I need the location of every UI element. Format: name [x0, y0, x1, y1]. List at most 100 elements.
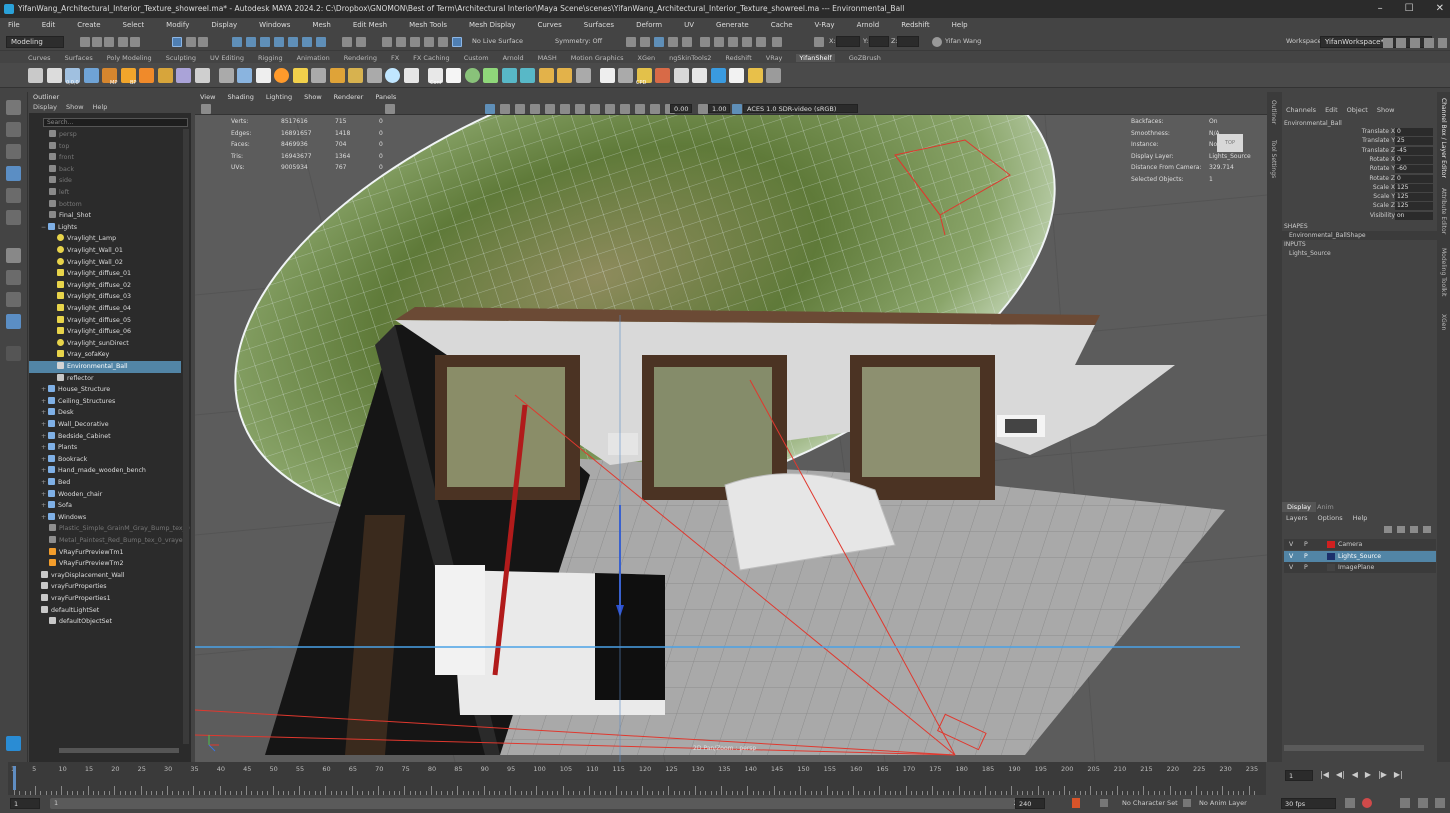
menu-select[interactable]: Select: [123, 21, 145, 29]
fps-dropdown[interactable]: 30 fps: [1281, 798, 1336, 809]
layer-row-camera[interactable]: V P Camera: [1284, 539, 1436, 550]
outliner-item-sofa[interactable]: + Sofa: [29, 500, 181, 512]
menu-help[interactable]: Help: [952, 21, 968, 29]
channel-scale-y[interactable]: Scale Y 125: [1282, 193, 1437, 202]
menu-mesh[interactable]: Mesh: [312, 21, 330, 29]
loop-icon[interactable]: [1345, 798, 1355, 808]
shelf-delete-history-icon[interactable]: [194, 68, 210, 83]
maximize-button[interactable]: ☐: [1405, 0, 1414, 18]
layer-row-imageplane[interactable]: V P ImagePlane: [1284, 562, 1436, 573]
shelf-tab-fx-caching[interactable]: FX Caching: [413, 54, 450, 62]
outliner-item-vraydisplacement-wall[interactable]: vrayDisplacement_Wall: [29, 570, 181, 582]
outliner-item-defaultobjectset[interactable]: defaultObjectSet: [29, 616, 181, 628]
character-set-dropdown[interactable]: No Character Set: [1122, 799, 1178, 807]
expand-toggle-icon[interactable]: +: [41, 384, 48, 396]
vray-render-icon[interactable]: [742, 37, 752, 47]
shelf-photo-icon[interactable]: [599, 68, 615, 83]
select-tool-icon[interactable]: [6, 100, 21, 115]
ipr-pause-icon[interactable]: [728, 37, 738, 47]
outliner-item-vrayfurproperties[interactable]: vrayFurProperties: [29, 581, 181, 593]
expand-toggle-icon[interactable]: +: [41, 419, 48, 431]
four-view-layout-icon[interactable]: [6, 270, 21, 285]
shelf-tab-motion-graphics[interactable]: Motion Graphics: [571, 54, 624, 62]
transform-input-icon[interactable]: [814, 37, 824, 47]
channel-menu-object[interactable]: Object: [1347, 106, 1368, 114]
outliner-item-vraylight-wall-01[interactable]: Vraylight_Wall_01: [29, 245, 181, 257]
menu-cache[interactable]: Cache: [771, 21, 793, 29]
exposure-field[interactable]: 0.00: [670, 104, 692, 113]
select-by-object-icon[interactable]: [186, 37, 196, 47]
move-tool-icon[interactable]: [6, 166, 21, 181]
mask-curve-icon[interactable]: [260, 37, 270, 47]
shelf-vray-sphere-icon[interactable]: [464, 68, 480, 83]
shelf-render-icon[interactable]: [483, 68, 498, 83]
shelf-tab-animation[interactable]: Animation: [297, 54, 330, 62]
gamma-icon[interactable]: [698, 104, 708, 114]
viewport-menu-show[interactable]: Show: [304, 92, 322, 103]
outliner-item-environmental-ball[interactable]: Environmental_Ball: [29, 361, 181, 373]
tool-settings-side-tab[interactable]: Tool Settings: [1270, 140, 1277, 178]
shelf-separate-icon[interactable]: [366, 68, 382, 83]
menu-uv[interactable]: UV: [684, 21, 694, 29]
snap-surface-icon[interactable]: [452, 37, 462, 47]
ipr-render-icon[interactable]: [654, 37, 664, 47]
user-account-dropdown[interactable]: Yifan Wang: [945, 36, 981, 47]
render-settings-icon[interactable]: [668, 37, 678, 47]
end-time-field[interactable]: 240: [1015, 798, 1045, 809]
shelf-vray-toolbox-icon[interactable]: [747, 68, 763, 83]
tool-settings-toggle-icon[interactable]: [1410, 38, 1420, 48]
wireframe-on-shaded-icon[interactable]: [485, 104, 495, 114]
snap-point-icon[interactable]: [410, 37, 420, 47]
start-time-field[interactable]: 1: [10, 798, 40, 809]
layer-menu-options[interactable]: Options: [1318, 514, 1343, 522]
menu-v-ray[interactable]: V-Ray: [815, 21, 835, 29]
menu-windows[interactable]: Windows: [259, 21, 290, 29]
shelf-reset-xform-icon[interactable]: [139, 68, 154, 83]
xray-icon[interactable]: [575, 104, 585, 114]
outliner-item-top[interactable]: top: [29, 141, 181, 153]
channel-menu-show[interactable]: Show: [1377, 106, 1395, 114]
channel-translate-x[interactable]: Translate X0: [1282, 128, 1437, 137]
y-field[interactable]: [869, 36, 889, 47]
attribute-editor-side-tab[interactable]: Attribute Editor: [1440, 188, 1447, 234]
outliner-item-plastic-simple-grainm-gray-bump-tex-0[interactable]: Plastic_Simple_GrainM_Gray_Bump_tex_0: [29, 523, 190, 535]
mask-deform-icon[interactable]: [288, 37, 298, 47]
attribute-editor-toggle-icon[interactable]: [1396, 38, 1406, 48]
menu-create[interactable]: Create: [77, 21, 100, 29]
channel-value-field[interactable]: 0: [1395, 174, 1433, 183]
gamma-field[interactable]: 1.00: [708, 104, 730, 113]
outliner-item-bottom[interactable]: bottom: [29, 199, 181, 211]
channel-value-field[interactable]: 25: [1395, 137, 1433, 146]
layer-row-lights-source[interactable]: V P Lights_Source: [1284, 550, 1436, 562]
shape-node-item[interactable]: Environmental_BallShape: [1282, 231, 1437, 240]
outliner-item-wooden-chair[interactable]: + Wooden_chair: [29, 489, 181, 501]
layer-color-swatch[interactable]: [1327, 552, 1335, 560]
lights-icon[interactable]: [515, 104, 525, 114]
shelf-tab-mash[interactable]: MASH: [538, 54, 557, 62]
tab-anim-layers[interactable]: Anim: [1312, 502, 1339, 512]
shelf-tab-arnold[interactable]: Arnold: [503, 54, 524, 62]
shelf-lattice-icon[interactable]: [311, 68, 326, 83]
shelf-bevel-icon[interactable]: [329, 68, 345, 83]
menu-modify[interactable]: Modify: [166, 21, 189, 29]
expand-toggle-icon[interactable]: +: [41, 442, 48, 454]
close-button[interactable]: ✕: [1436, 0, 1444, 18]
outliner-item-vraylight-diffuse-03[interactable]: Vraylight_diffuse_03: [29, 291, 181, 303]
shelf-center-pivot-icon[interactable]: [157, 68, 173, 83]
shelf-tab-fx[interactable]: FX: [391, 54, 399, 62]
visibility-toggle[interactable]: V: [1289, 562, 1293, 573]
select-camera-icon[interactable]: [201, 104, 211, 114]
snap-view-plane-icon[interactable]: [424, 37, 434, 47]
menu-display[interactable]: Display: [211, 21, 237, 29]
outliner-item-ceiling-structures[interactable]: + Ceiling_Structures: [29, 396, 181, 408]
playback-speed-icon[interactable]: [1418, 798, 1428, 808]
construction-history-icon[interactable]: [626, 37, 636, 47]
outliner-item-persp[interactable]: persp: [29, 129, 181, 141]
channel-box-side-tab[interactable]: Channel Box / Layer Editor: [1440, 98, 1447, 178]
sound-icon[interactable]: [1362, 798, 1372, 808]
outliner-item-vraylight-diffuse-04[interactable]: Vraylight_diffuse_04: [29, 303, 181, 315]
menu-mesh-tools[interactable]: Mesh Tools: [409, 21, 447, 29]
step-forward-key-button[interactable]: |▶: [1378, 770, 1387, 779]
shelf-mp-icon[interactable]: [83, 68, 99, 83]
channel-translate-z[interactable]: Translate Z -45: [1282, 146, 1437, 156]
